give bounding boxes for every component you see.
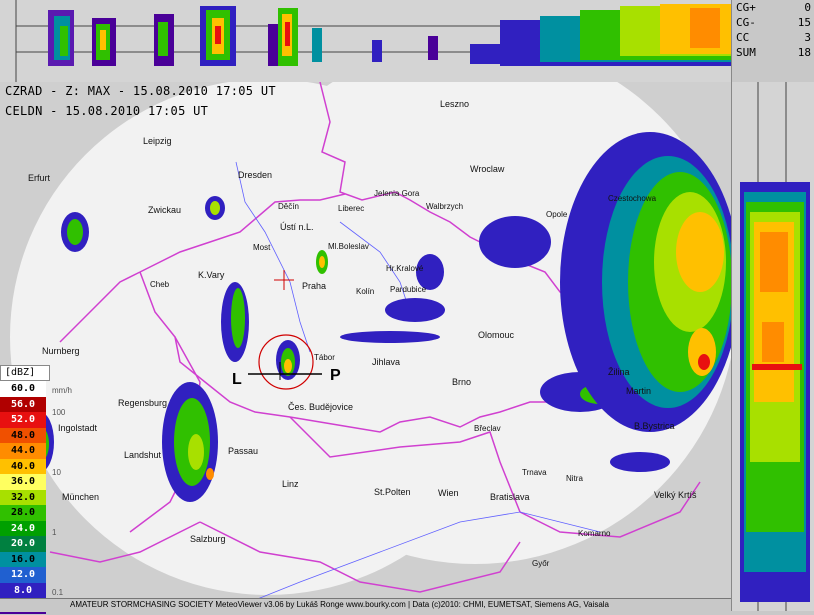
city-label: Čes. Budějovice: [288, 402, 354, 412]
footer-bar: AMATEUR STORMCHASING SOCIETY MeteoViewer…: [0, 598, 731, 612]
lightning-product-header: CELDN - 15.08.2010 17:05 UT: [5, 104, 209, 118]
city-label: Děčín: [278, 202, 299, 211]
city-label: Olomouc: [478, 330, 515, 340]
legend-rows: 60.0 56.0 52.0 48.0 44.0 40.0 36.0 32.0 28.0 24.0…: [0, 381, 50, 614]
city-label: Landshut: [124, 450, 162, 460]
city-label: Linz: [282, 479, 299, 489]
radar-map-graphics: [10, 82, 731, 598]
city-label: K.Vary: [198, 270, 225, 280]
legend-item: 52.0: [0, 412, 46, 428]
legend-item: 24.0: [0, 520, 46, 536]
city-label: Kolín: [356, 287, 375, 296]
city-label: Győr: [532, 559, 550, 568]
city-label: B.Bystrica: [634, 421, 675, 431]
count-value: 15: [797, 16, 811, 29]
rain-rate-label: 100: [52, 408, 66, 417]
radar-map[interactable]: CZRAD - Z: MAX - 15.08.2010 17:05 UT CEL…: [0, 82, 731, 598]
count-label: CG+: [736, 1, 756, 14]
legend-item: 60.0: [0, 381, 46, 397]
legend-item: 40.0: [0, 458, 46, 474]
city-label: Žilina: [608, 367, 630, 377]
count-value: 18: [797, 46, 811, 59]
count-value: 0: [804, 1, 811, 14]
legend-item: 8.0: [0, 582, 46, 598]
count-label: CG-: [736, 16, 756, 29]
count-row-cc: CC 3: [732, 30, 814, 45]
city-label: St.Polten: [374, 487, 411, 497]
rain-rate-label: 0.1: [52, 588, 64, 597]
count-row-sum: SUM 18: [732, 45, 814, 60]
dbz-legend: [dBZ] 60.0 56.0 52.0 48.0 44.0 40.0 36.0 32.0 28…: [0, 365, 50, 614]
city-label: Ústí n.L.: [280, 222, 314, 232]
city-label: Erfurt: [28, 173, 51, 183]
city-label: Leipzig: [143, 136, 172, 146]
city-label: Nurnberg: [42, 346, 80, 356]
city-label: Walbrzych: [426, 202, 464, 211]
city-label: Pardubice: [390, 285, 427, 294]
city-label: Dresden: [238, 170, 273, 180]
city-label: Jihlava: [372, 357, 401, 367]
city-label: Jelenia Gora: [374, 189, 420, 198]
city-label: Komarno: [578, 529, 611, 538]
city-label: Leszno: [440, 99, 470, 109]
legend-item: 28.0: [0, 505, 46, 521]
radar-product-header: CZRAD - Z: MAX - 15.08.2010 17:05 UT: [5, 84, 276, 98]
legend-item: 12.0: [0, 567, 46, 583]
legend-item: 20.0: [0, 536, 46, 552]
city-label: Brno: [452, 377, 472, 387]
lightning-counts-panel: CG+ 0 CG- 15 CC 3 SUM 18: [731, 0, 814, 83]
city-label: Hr.Kralové: [386, 264, 424, 273]
cross-section-right-echoes: [740, 82, 810, 611]
city-label: Tábor: [314, 353, 335, 362]
city-label: Passau: [228, 446, 259, 456]
city-label: Cheb: [150, 280, 170, 289]
vertical-cross-section-right: [731, 82, 814, 611]
city-label: Zwickau: [148, 205, 182, 215]
vertical-cross-section-top: [0, 0, 731, 83]
count-label: SUM: [736, 46, 756, 59]
city-label: Czestochowa: [608, 194, 657, 203]
city-label: Trnava: [522, 468, 547, 477]
rain-rate-label: 1: [52, 528, 57, 537]
city-label: Most: [253, 243, 271, 252]
legend-item: 16.0: [0, 551, 46, 567]
city-label: Opole: [546, 210, 568, 219]
rain-rate-label: 10: [52, 468, 61, 477]
cross-section-start-marker: L: [232, 371, 242, 388]
legend-item: 36.0: [0, 474, 46, 490]
legend-item: 48.0: [0, 427, 46, 443]
count-row-cg-plus: CG+ 0: [732, 0, 814, 15]
count-value: 3: [804, 31, 811, 44]
legend-title: [dBZ]: [0, 365, 50, 381]
city-label: Salzburg: [190, 534, 226, 544]
city-label: Wroclaw: [470, 164, 505, 174]
cross-section-top-echoes: [15, 0, 731, 82]
city-label: Praha: [302, 281, 327, 291]
city-label: Regensburg: [118, 398, 168, 408]
legend-item: 32.0: [0, 489, 46, 505]
city-label: Liberec: [338, 204, 365, 213]
count-row-cg-minus: CG- 15: [732, 15, 814, 30]
city-label: Velký Krtíš: [654, 490, 697, 500]
legend-item: 44.0: [0, 443, 46, 459]
city-label: Martin: [626, 386, 652, 396]
city-label: Břeclav: [474, 424, 501, 433]
city-label: Wien: [438, 488, 459, 498]
city-label: Bratislava: [490, 492, 530, 502]
city-label: Nitra: [566, 474, 583, 483]
rain-rate-label: mm/h: [52, 386, 72, 395]
rain-rate-scale: mm/h 100 10 1 0.1: [52, 386, 72, 597]
city-label: Ml.Boleslav: [328, 242, 369, 251]
count-label: CC: [736, 31, 750, 44]
legend-item: 56.0: [0, 396, 46, 412]
footer-credits: AMATEUR STORMCHASING SOCIETY MeteoViewer…: [70, 600, 609, 609]
cross-section-end-marker: P: [330, 367, 341, 384]
